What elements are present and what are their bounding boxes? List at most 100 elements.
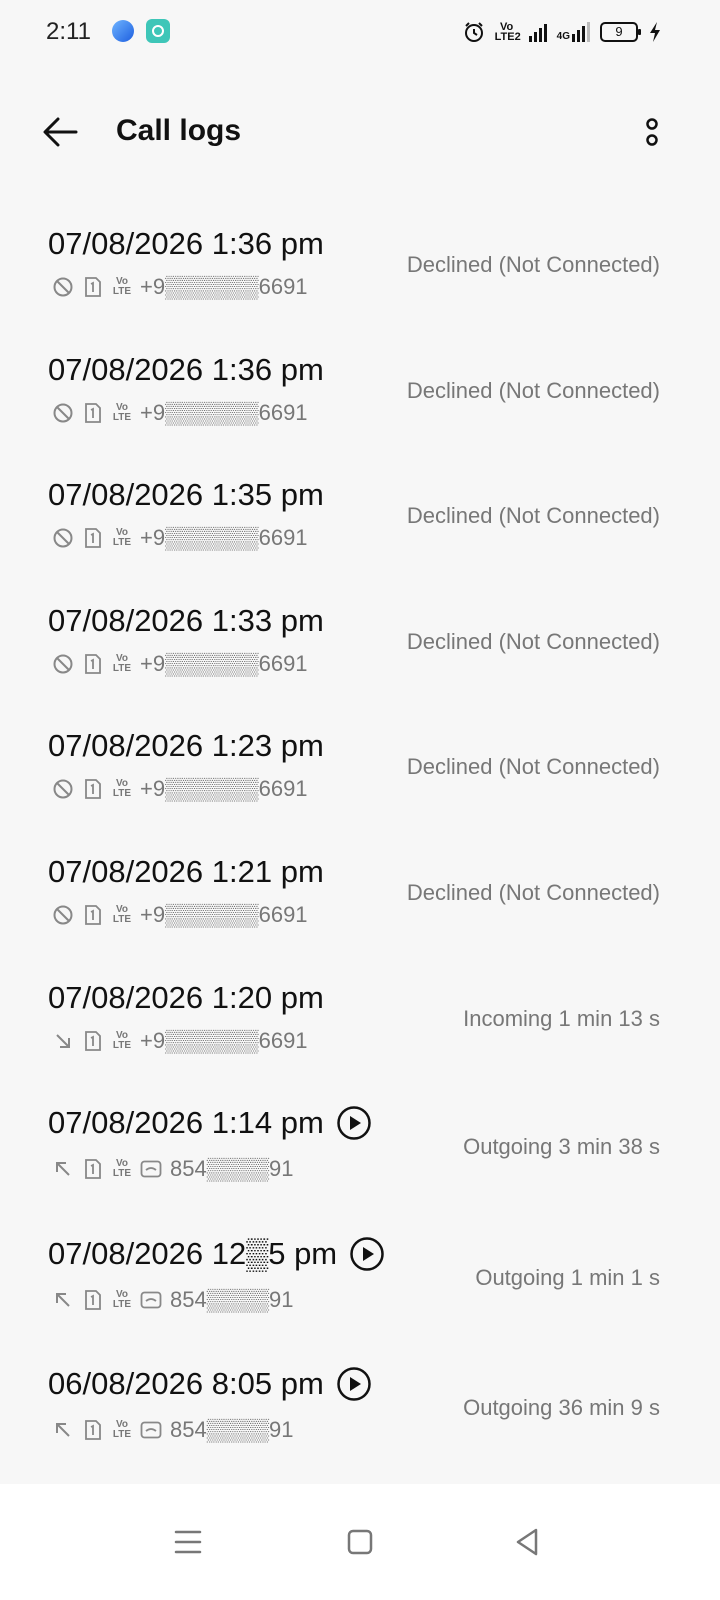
home-square-icon xyxy=(347,1529,373,1555)
sim-1-icon xyxy=(85,277,101,297)
call-details: Vo LTE +9▒▒▒▒▒▒6691 xyxy=(52,1028,308,1054)
block-icon xyxy=(53,779,73,799)
call-datetime: 07/08/2026 1:21 pm xyxy=(48,853,324,889)
volte-icon: Vo LTE xyxy=(112,652,132,674)
call-log-item[interactable]: 07/08/2026 1:14 pm Vo LTE 854▒▒▒▒91 Outgo… xyxy=(0,1079,720,1210)
call-details: Vo LTE 854▒▒▒▒91 xyxy=(52,1156,294,1182)
sim-1-icon xyxy=(85,905,101,925)
home-button[interactable] xyxy=(340,1522,380,1562)
sim-1-icon xyxy=(85,779,101,800)
signal-icon xyxy=(528,22,547,42)
status-icons: Vo LTE2 4G 9 xyxy=(463,20,662,44)
phone-number: +9▒▒▒▒▒▒6691 xyxy=(140,901,308,927)
back-arrow-icon xyxy=(43,117,78,147)
sim-1-icon xyxy=(85,1420,101,1441)
recents-button[interactable] xyxy=(168,1522,208,1562)
system-nav-bar xyxy=(0,1484,720,1600)
call-datetime: 07/08/2026 1:23 pm xyxy=(48,728,324,764)
call-details: Vo LTE +9▒▒▒▒▒▒6691 xyxy=(52,400,308,426)
charging-icon xyxy=(650,22,660,42)
play-recording-icon[interactable] xyxy=(349,1236,385,1272)
call-status: Declined (Not Connected) xyxy=(406,754,660,780)
call-log-item[interactable]: 07/08/2026 1:23 pm Vo LTE +9▒▒▒▒▒▒6691 De… xyxy=(0,702,720,828)
block-icon xyxy=(53,403,73,423)
call-datetime: 07/08/2026 1:14 pm xyxy=(48,1105,324,1141)
call-log-item[interactable]: 07/08/2026 1:33 pm Vo LTE +9▒▒▒▒▒▒6691 De… xyxy=(0,577,720,703)
contact-card-icon xyxy=(140,1421,162,1439)
call-datetime-row: 07/08/2026 1:14 pm xyxy=(48,1105,372,1141)
more-options-icon xyxy=(646,118,658,146)
block-icon xyxy=(53,654,73,674)
more-options-button[interactable] xyxy=(636,114,668,150)
call-datetime: 07/08/2026 1:36 pm xyxy=(48,351,324,387)
outgoing-arrow-icon xyxy=(56,1423,70,1437)
alarm-icon xyxy=(464,22,483,42)
sim-1-icon xyxy=(85,1030,101,1051)
call-status: Declined (Not Connected) xyxy=(406,377,660,403)
phone-number: +9▒▒▒▒▒▒6691 xyxy=(140,274,308,299)
call-log-item[interactable]: 07/08/2026 12▒5 pm Vo LTE 854▒▒▒▒91 Outgo… xyxy=(0,1210,720,1341)
volte-icon: Vo LTE xyxy=(112,1288,132,1310)
volte-icon: Vo LTE xyxy=(112,276,132,297)
volte-icon: Vo LTE xyxy=(112,401,132,423)
call-datetime-row: 07/08/2026 12▒5 pm xyxy=(48,1236,385,1272)
contact-card-icon xyxy=(140,1291,162,1309)
call-log-item[interactable]: 06/08/2026 8:05 pm Vo LTE 854▒▒▒▒91 Outgo… xyxy=(0,1340,720,1471)
volte-icon: Vo LTE xyxy=(112,1158,132,1180)
block-icon xyxy=(53,277,73,297)
call-log-item[interactable]: 07/08/2026 1:36 pm Vo LTE +9▒▒▒▒▒▒6691 De… xyxy=(0,326,720,452)
call-status: Outgoing 3 min 38 s xyxy=(463,1134,660,1160)
sim-1-icon xyxy=(85,1159,101,1180)
phone-number: 854▒▒▒▒91 xyxy=(170,1286,294,1312)
volte-icon: Vo LTE xyxy=(112,903,132,925)
call-details: Vo LTE 854▒▒▒▒91 xyxy=(52,1287,294,1313)
call-status: Declined (Not Connected) xyxy=(406,503,660,529)
call-log-item[interactable]: 07/08/2026 1:21 pm Vo LTE +9▒▒▒▒▒▒6691 De… xyxy=(0,828,720,954)
call-details: Vo LTE +9▒▒▒▒▒▒6691 xyxy=(52,274,308,300)
call-datetime: 07/08/2026 1:20 pm xyxy=(48,979,324,1015)
call-details: Vo LTE +9▒▒▒▒▒▒6691 xyxy=(52,776,308,802)
incoming-arrow-icon xyxy=(56,1033,70,1048)
status-time: 2:11 xyxy=(46,18,91,45)
call-details: Vo LTE 854▒▒▒▒91 xyxy=(52,1417,294,1443)
call-log-list: 07/08/2026 1:36 pm Vo LTE +9▒▒▒▒▒▒6691 De… xyxy=(0,200,720,1471)
play-recording-icon[interactable] xyxy=(336,1105,372,1141)
phone-number: +9▒▒▒▒▒▒6691 xyxy=(140,525,308,551)
volte-icon: Vo LTE xyxy=(112,1029,132,1051)
volte-icon: Vo LTE xyxy=(112,527,132,549)
app-notification-icon xyxy=(112,20,134,42)
call-log-item[interactable]: 07/08/2026 1:35 pm Vo LTE +9▒▒▒▒▒▒6691 De… xyxy=(0,451,720,577)
phone-number: +9▒▒▒▒▒▒6691 xyxy=(140,650,308,676)
call-details: Vo LTE +9▒▒▒▒▒▒6691 xyxy=(52,651,308,677)
call-details: Vo LTE +9▒▒▒▒▒▒6691 xyxy=(52,525,308,551)
phone-number: +9▒▒▒▒▒▒6691 xyxy=(140,776,308,802)
call-details: Vo LTE +9▒▒▒▒▒▒6691 xyxy=(52,902,308,928)
sim-1-icon xyxy=(85,402,101,423)
battery-icon: 9 xyxy=(600,22,641,42)
call-datetime: 06/08/2026 8:05 pm xyxy=(48,1366,324,1402)
call-status: Declined (Not Connected) xyxy=(406,252,660,277)
volte-status-icon: Vo LTE2 xyxy=(494,21,521,43)
call-log-item[interactable]: 07/08/2026 1:20 pm Vo LTE +9▒▒▒▒▒▒6691 In… xyxy=(0,954,720,1080)
call-status: Declined (Not Connected) xyxy=(406,879,660,905)
call-datetime-row: 06/08/2026 8:05 pm xyxy=(48,1366,372,1402)
outgoing-arrow-icon xyxy=(56,1162,70,1176)
play-recording-icon[interactable] xyxy=(336,1366,372,1402)
back-button[interactable] xyxy=(36,110,84,154)
volte-icon: Vo LTE xyxy=(112,778,132,800)
phone-number: +9▒▒▒▒▒▒6691 xyxy=(140,1027,308,1053)
call-status: Outgoing 36 min 9 s xyxy=(463,1395,660,1421)
contact-card-icon xyxy=(140,1160,162,1178)
app-notification-icon xyxy=(146,19,170,43)
call-status: Incoming 1 min 13 s xyxy=(463,1005,660,1031)
sim-1-icon xyxy=(85,528,101,549)
call-datetime: 07/08/2026 12▒5 pm xyxy=(48,1235,338,1271)
back-nav-button[interactable] xyxy=(508,1522,548,1562)
page-title: Call logs xyxy=(116,114,242,147)
call-datetime: 07/08/2026 1:33 pm xyxy=(48,602,324,638)
app-bar: Call logs xyxy=(0,88,720,176)
phone-number: 854▒▒▒▒91 xyxy=(170,1417,294,1443)
sim-1-icon xyxy=(85,653,101,674)
call-datetime: 07/08/2026 1:35 pm xyxy=(48,477,324,513)
call-log-item[interactable]: 07/08/2026 1:36 pm Vo LTE +9▒▒▒▒▒▒6691 De… xyxy=(0,200,720,326)
